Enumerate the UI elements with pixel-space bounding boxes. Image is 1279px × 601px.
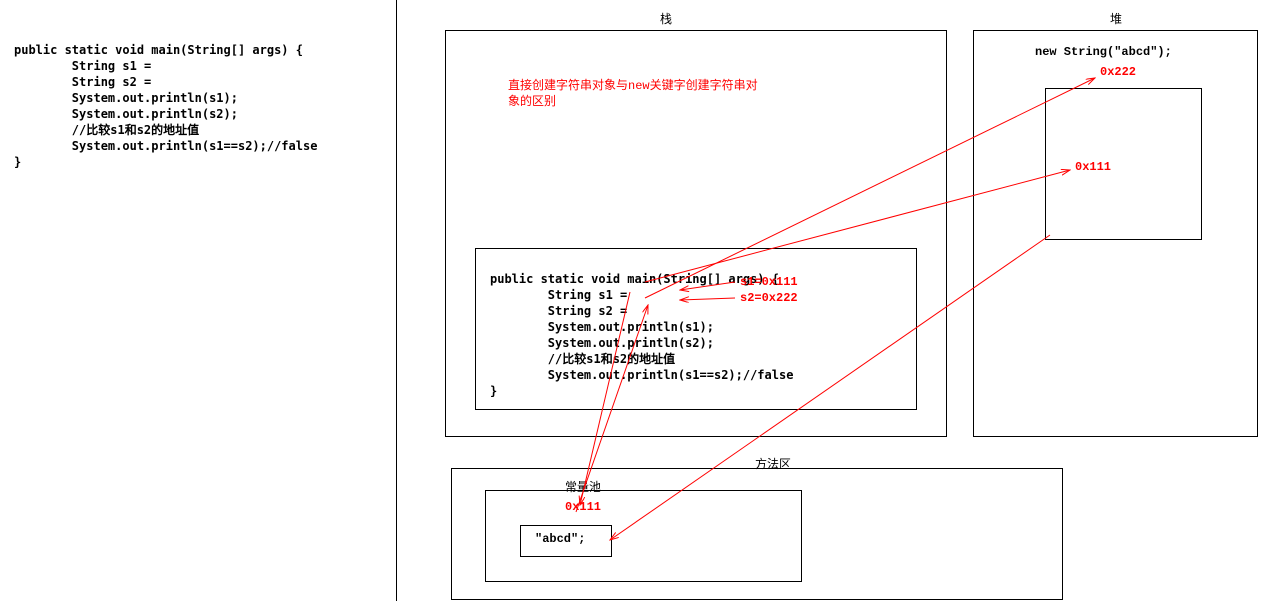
arrows-layer: [0, 0, 1279, 601]
diagram-root: public static void main(String[] args) {…: [0, 0, 1279, 601]
arrow-heap-to-pool: [610, 235, 1050, 540]
arrow-s2-to-code: [680, 298, 735, 300]
arrow-pool-to-code: [576, 305, 648, 512]
arrow-s1-to-pool: [580, 292, 630, 505]
arrow-s2-to-heap: [645, 78, 1095, 298]
arrow-s1-to-code: [680, 282, 735, 290]
